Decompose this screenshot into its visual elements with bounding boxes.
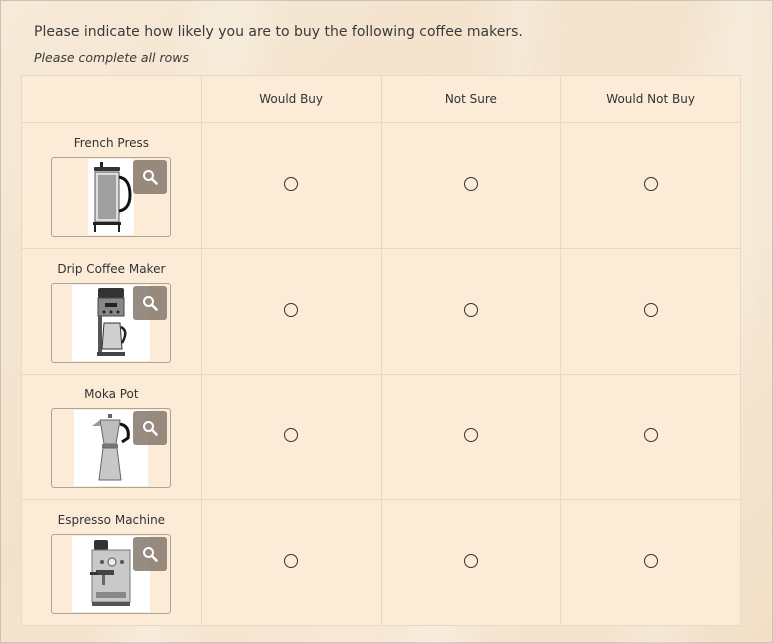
column-header: Would Buy [200,74,382,124]
radio-button[interactable] [463,554,478,569]
radio-button[interactable] [463,428,478,443]
radio-button[interactable] [284,302,299,317]
radio-cell [380,373,562,501]
row-header: Drip Coffee Maker [21,247,202,375]
magnifier-icon [143,170,159,185]
radio-cell [200,247,382,375]
product-image-box [51,282,172,363]
product-image-box [51,408,172,489]
radio-button[interactable] [643,302,658,317]
radio-button[interactable] [284,428,299,443]
radio-cell [200,499,382,626]
question-text: Please indicate how likely you are to bu… [34,24,523,40]
row-label: Moka Pot [84,387,139,402]
zoom-button[interactable] [133,411,168,446]
column-header: Not Sure [380,74,562,124]
magnifier-icon [143,421,159,437]
matrix-table: Would Buy Not Sure Would Not Buy French … [21,74,741,626]
row-header: Espresso Machine [21,499,202,626]
zoom-button[interactable] [133,285,168,320]
matrix-row: French Press [21,122,741,249]
radio-button[interactable] [463,177,478,192]
magnifier-icon [143,295,159,311]
row-header: French Press [21,122,202,249]
radio-button[interactable] [284,177,299,192]
matrix-row: Espresso Machine [21,499,741,626]
radio-cell [200,373,382,501]
radio-cell [560,499,741,626]
radio-cell [380,499,562,626]
matrix-row: Moka Pot [21,373,741,501]
radio-cell [560,247,741,375]
radio-cell [560,122,741,249]
row-label: French Press [73,136,150,151]
product-image-box [51,534,172,615]
radio-button[interactable] [643,177,658,192]
radio-cell [380,122,562,249]
row-label: Drip Coffee Maker [57,261,166,276]
radio-button[interactable] [643,554,658,569]
radio-button[interactable] [284,554,299,569]
header-row: Would Buy Not Sure Would Not Buy [21,74,741,124]
radio-cell [560,373,741,501]
instruction-text: Please complete all rows [34,50,189,65]
zoom-button[interactable] [133,537,168,572]
radio-cell [200,122,382,249]
matrix-row: Drip Coffee Maker [21,247,741,375]
radio-button[interactable] [463,302,478,317]
radio-button[interactable] [643,428,658,443]
product-image-box [51,157,172,238]
row-header: Moka Pot [21,373,202,501]
zoom-button[interactable] [133,160,168,195]
row-label: Espresso Machine [57,513,166,528]
corner-cell [21,74,202,124]
column-header: Would Not Buy [560,74,741,124]
radio-cell [380,247,562,375]
french-press-image [88,159,135,236]
magnifier-icon [143,547,159,562]
